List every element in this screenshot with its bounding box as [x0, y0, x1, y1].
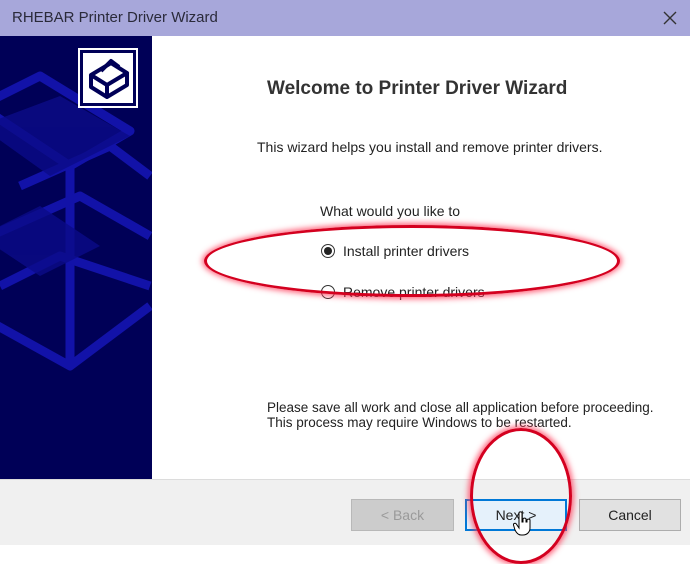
question-text: What would you like to: [320, 203, 461, 219]
window-title: RHEBAR Printer Driver Wizard: [12, 9, 218, 26]
remove-option[interactable]: Remove printer drivers: [321, 284, 485, 300]
wizard-sidebar: [0, 36, 152, 479]
intro-text: This wizard helps you install and remove…: [257, 139, 603, 155]
restart-note: Please save all work and close all appli…: [267, 400, 653, 430]
printer-logo: [78, 48, 138, 108]
note-line-1: Please save all work and close all appli…: [267, 400, 654, 415]
install-option[interactable]: Install printer drivers: [321, 243, 469, 259]
install-radio[interactable]: [321, 244, 335, 258]
close-icon: [663, 11, 677, 25]
note-line-2: This process may require Windows to be r…: [267, 415, 572, 430]
remove-radio[interactable]: [321, 285, 335, 299]
remove-label[interactable]: Remove printer drivers: [343, 284, 485, 300]
title-bar: RHEBAR Printer Driver Wizard: [0, 0, 690, 37]
close-button[interactable]: [650, 0, 690, 36]
back-button[interactable]: < Back: [351, 499, 454, 531]
page-title: Welcome to Printer Driver Wizard: [267, 78, 568, 99]
button-bar: < Back Next > Cancel: [0, 479, 690, 545]
hand-pointer-icon: [513, 511, 531, 536]
cancel-button[interactable]: Cancel: [579, 499, 681, 531]
install-label[interactable]: Install printer drivers: [343, 243, 469, 259]
printer-icon: [89, 59, 129, 99]
wizard-content: Welcome to Printer Driver Wizard This wi…: [152, 36, 690, 479]
